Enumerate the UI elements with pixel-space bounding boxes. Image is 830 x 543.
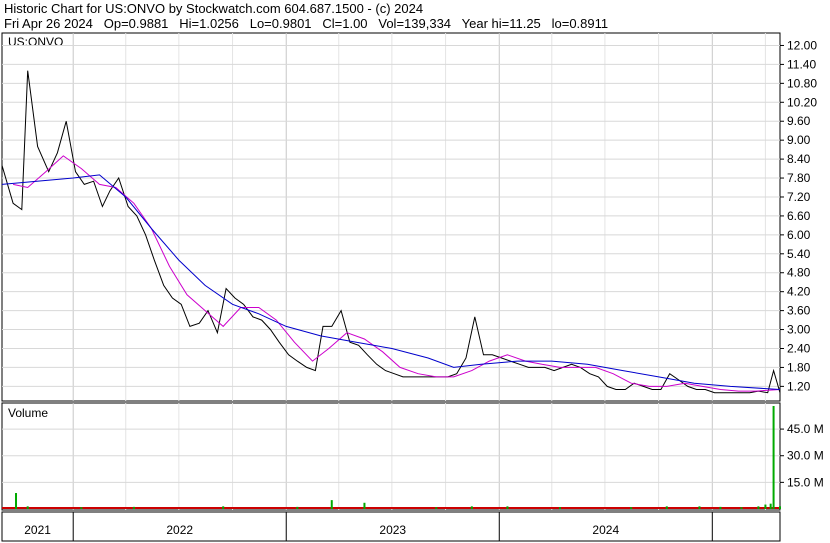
price-y-axis: 12.00 11.40 10.80 10.20 9.60 9.00 8.40 7.80 7.20… xyxy=(780,38,817,393)
volume-y-tick-label: 45.0 M xyxy=(787,422,824,436)
y-tick-label: 7.80 xyxy=(787,171,811,185)
y-tick-label: 6.60 xyxy=(787,209,811,223)
volume-bar xyxy=(698,506,701,509)
volume-bar xyxy=(132,506,135,509)
volume-bar xyxy=(740,507,743,509)
volume-bar xyxy=(772,406,775,509)
x-tick-label: 2024 xyxy=(592,523,619,537)
volume-bar xyxy=(719,506,722,509)
y-tick-label: 9.60 xyxy=(787,114,811,128)
volume-bar xyxy=(296,506,299,509)
y-tick-label: 10.20 xyxy=(787,95,817,109)
y-tick-label: 11.40 xyxy=(787,57,816,71)
volume-bar xyxy=(665,506,668,509)
volume-y-axis: 45.0 M 30.0 M 15.0 M xyxy=(780,422,824,489)
y-tick-label: 7.20 xyxy=(787,190,811,204)
volume-bar xyxy=(26,506,29,509)
volume-y-tick-label: 30.0 M xyxy=(787,449,824,463)
volume-y-tick-label: 15.0 M xyxy=(787,475,824,489)
volume-panel xyxy=(1,402,781,511)
volume-bar xyxy=(330,500,333,509)
stock-chart: US:ONVO 12.00 11.40 10.80 10.20 9.60 9.00 8.40… xyxy=(1,32,824,542)
y-tick-label: 6.00 xyxy=(787,228,811,242)
volume-bar xyxy=(558,507,561,509)
volume-bar xyxy=(630,507,633,509)
volume-bar xyxy=(363,502,366,509)
x-tick-label: 2021 xyxy=(24,523,51,537)
volume-bar xyxy=(15,493,18,509)
volume-bar xyxy=(764,504,767,509)
volume-bar xyxy=(222,506,225,509)
volume-bar xyxy=(470,506,473,509)
y-tick-label: 9.00 xyxy=(787,133,811,147)
volume-bar xyxy=(757,506,760,509)
y-tick-label: 5.40 xyxy=(787,247,811,261)
x-tick-label: 2023 xyxy=(379,523,406,537)
y-tick-label: 1.20 xyxy=(787,379,811,393)
y-tick-label: 12.00 xyxy=(787,38,817,52)
volume-bar xyxy=(80,507,83,509)
y-tick-label: 3.60 xyxy=(787,304,811,318)
y-tick-label: 4.80 xyxy=(787,266,811,280)
volume-bar xyxy=(435,507,438,509)
y-tick-label: 4.20 xyxy=(787,285,811,299)
x-tick-label: 2022 xyxy=(166,523,193,537)
volume-bar xyxy=(769,503,772,509)
y-tick-label: 8.40 xyxy=(787,152,811,166)
y-tick-label: 10.80 xyxy=(787,76,817,90)
y-tick-label: 1.80 xyxy=(787,360,811,374)
price-panel xyxy=(1,32,781,402)
y-tick-label: 3.00 xyxy=(787,323,811,337)
volume-bar xyxy=(779,506,781,509)
volume-title: Volume xyxy=(8,406,48,420)
volume-bar xyxy=(506,506,509,509)
y-tick-label: 2.40 xyxy=(787,341,811,355)
symbol-label: US:ONVO xyxy=(8,35,63,49)
